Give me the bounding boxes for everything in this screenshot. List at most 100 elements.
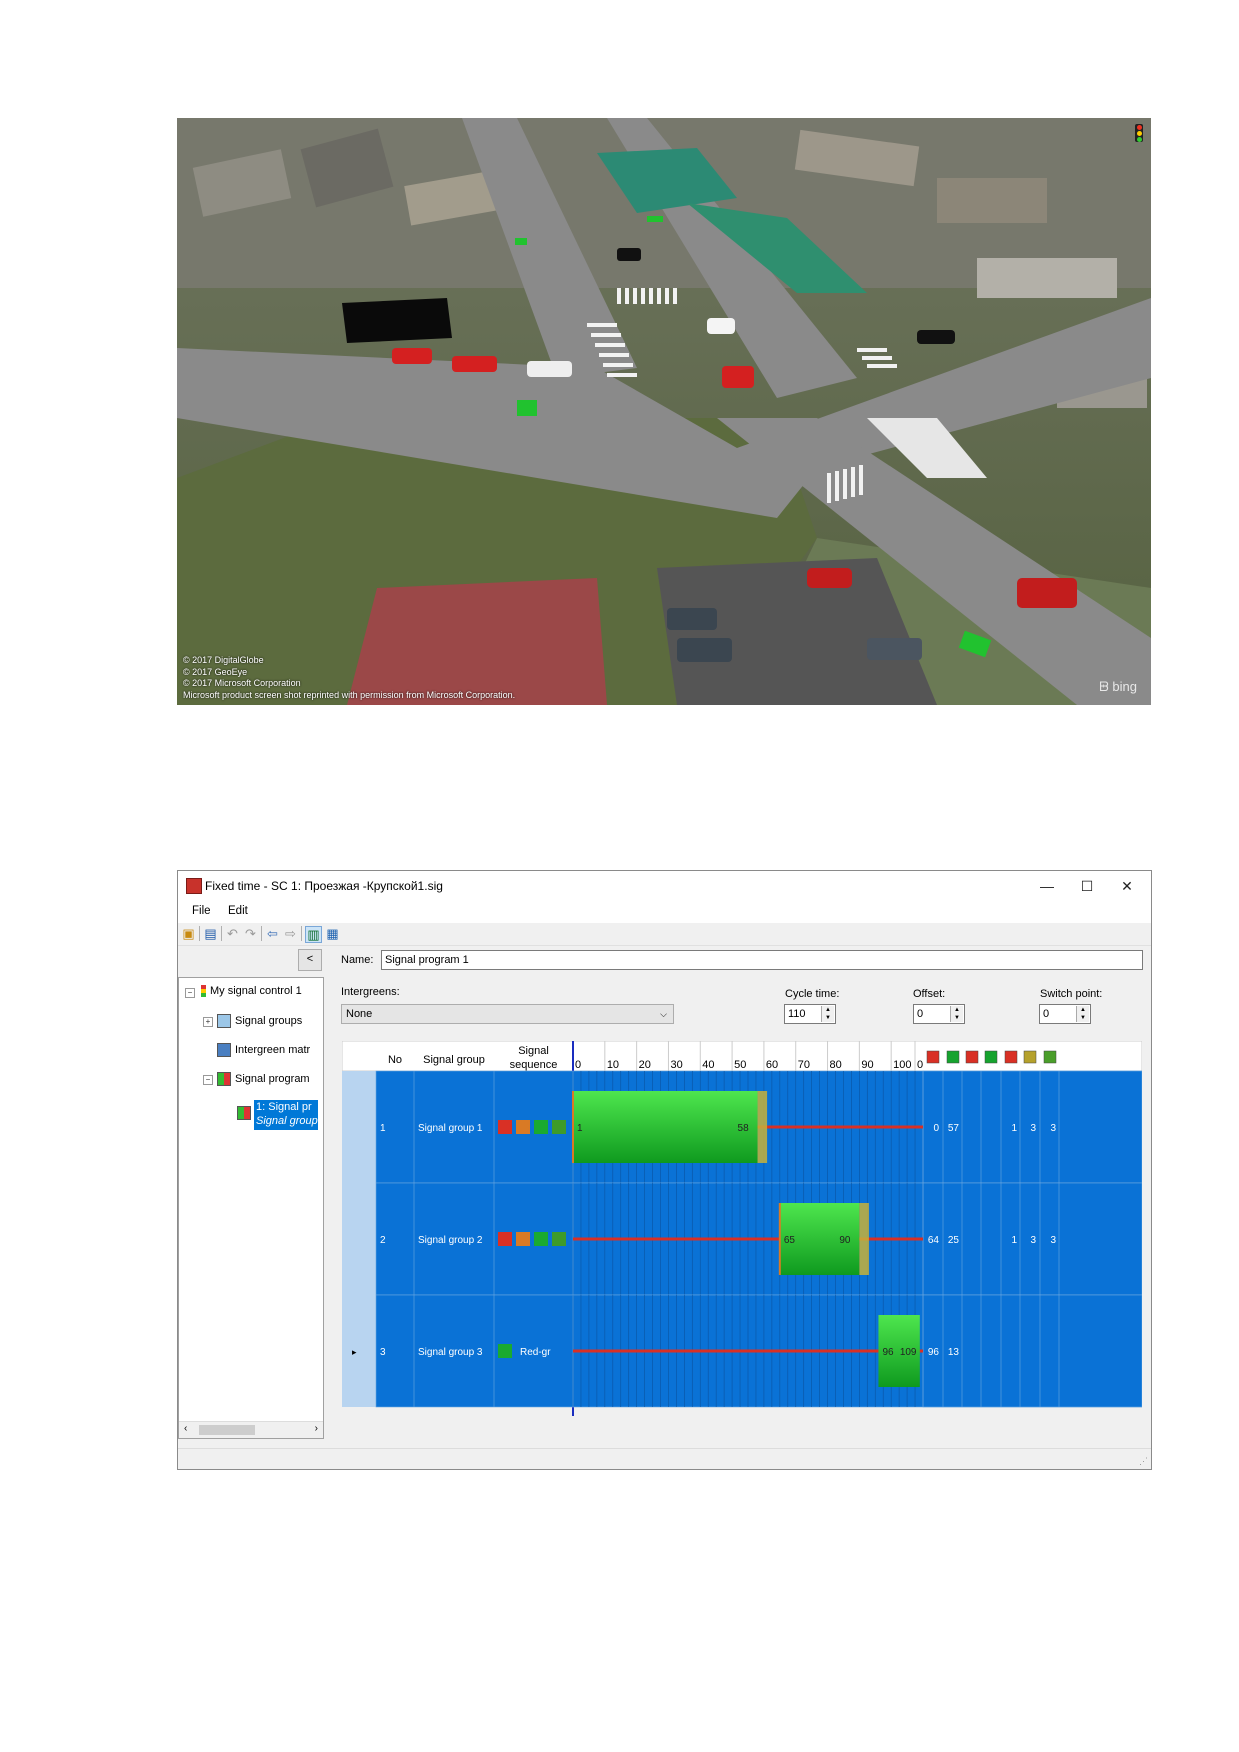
cycle-time-value: 110	[788, 1008, 806, 1020]
forward-arrow-icon[interactable]: ⇨	[283, 926, 298, 941]
green-phase-bar[interactable]	[573, 1091, 758, 1163]
cycle-time-label: Cycle time:	[785, 988, 840, 1000]
seq-flashing-green-icon	[552, 1232, 566, 1246]
row-signal-group-name: Signal group 3	[418, 1347, 483, 1358]
maximize-button[interactable]: ☐	[1067, 875, 1107, 897]
tree-item-signal-groups[interactable]: Signal groups	[217, 1014, 302, 1028]
time-tick-label: 30	[670, 1059, 682, 1071]
time-tick-label: 80	[830, 1059, 842, 1071]
tree-item-signal-program[interactable]: Signal program	[217, 1072, 310, 1086]
signal-program-icon	[217, 1072, 231, 1086]
offset-value: 0	[917, 1008, 924, 1020]
intersection-3d-view: © 2017 DigitalGlobe © 2017 GeoEye © 2017…	[177, 118, 1151, 705]
row-signal-group-name: Signal group 2	[418, 1235, 483, 1246]
tree-item-sublabel: Signal group	[256, 1115, 318, 1127]
green-start-label: 96	[882, 1347, 894, 1358]
signal-timing-grid: No Signal group Signal sequence 0 10 20 30 40 50 6…	[341, 1040, 1143, 1416]
time-tick-label: 0	[917, 1059, 923, 1071]
tree-item-root[interactable]: My signal control 1	[201, 985, 302, 998]
red-header-icon	[965, 1050, 979, 1064]
window-title: Fixed time - SC 1: Проезжая -Крупской1.s…	[205, 879, 443, 893]
switch-point-input[interactable]: 0 ▲ ▼	[1039, 1004, 1091, 1024]
row-value-cell: 57	[948, 1123, 960, 1134]
red-amber-header-icon	[1004, 1050, 1018, 1064]
minimize-button[interactable]: —	[1027, 875, 1067, 897]
time-tick-label: 90	[861, 1059, 873, 1071]
amber-phase-bar	[757, 1091, 768, 1163]
spin-arrows-icon[interactable]: ▲ ▼	[821, 1006, 834, 1022]
red-header-icon	[926, 1050, 940, 1064]
offset-input[interactable]: 0 ▲ ▼	[913, 1004, 965, 1024]
undo-icon[interactable]: ↶	[225, 926, 240, 941]
green-header-icon	[946, 1050, 960, 1064]
row-value-cell: 3	[1030, 1235, 1036, 1246]
traffic-light-icon	[1135, 124, 1143, 142]
open-icon[interactable]: ▣	[181, 926, 196, 941]
name-input[interactable]: Signal program 1	[381, 950, 1143, 970]
scroll-left-icon[interactable]: ‹	[184, 1423, 187, 1434]
close-button[interactable]: ✕	[1107, 875, 1147, 897]
row-selector[interactable]	[342, 1183, 376, 1295]
scroll-right-icon[interactable]: ›	[315, 1423, 318, 1434]
title-bar: Fixed time - SC 1: Проезжая -Крупской1.s…	[178, 871, 1151, 901]
row-number: 3	[380, 1347, 386, 1358]
green-header-icon	[984, 1050, 998, 1064]
flashing-green-header-icon	[1043, 1050, 1057, 1064]
credit-line: © 2017 Microsoft Corporation	[183, 678, 301, 688]
green-start-label: 1	[577, 1123, 583, 1134]
time-tick-label: 70	[798, 1059, 810, 1071]
header-signal-sequence: Signal	[518, 1045, 549, 1057]
row-selector[interactable]	[342, 1295, 376, 1407]
cycle-time-input[interactable]: 110 ▲ ▼	[784, 1004, 836, 1024]
time-tick-label: 50	[734, 1059, 746, 1071]
green-time-view-icon[interactable]: ▥	[305, 926, 322, 943]
scroll-thumb[interactable]	[199, 1425, 255, 1435]
time-tick-label: 100	[893, 1059, 911, 1071]
collapse-panel-button[interactable]: <	[298, 949, 322, 971]
traffic-light-icon	[201, 985, 206, 998]
save-icon[interactable]: ▤	[203, 926, 218, 941]
menu-bar: File Edit	[178, 901, 1151, 923]
seq-label: Red-gr	[520, 1347, 551, 1358]
tree-toggle[interactable]: −	[203, 1075, 213, 1085]
credit-line: Microsoft product screen shot reprinted …	[183, 689, 516, 700]
row-selector[interactable]	[342, 1071, 376, 1183]
tree-toggle[interactable]: −	[185, 988, 195, 998]
spin-arrows-icon[interactable]: ▲ ▼	[1076, 1006, 1089, 1022]
green-end-label: 90	[839, 1235, 851, 1246]
intersection-scene	[177, 118, 1151, 705]
signal-groups-icon	[217, 1014, 231, 1028]
header-signal-sequence: sequence	[510, 1059, 558, 1071]
spin-arrows-icon[interactable]: ▲ ▼	[950, 1006, 963, 1022]
switch-point-value: 0	[1043, 1008, 1050, 1020]
row-value-cell: 13	[948, 1347, 960, 1358]
intergreens-label: Intergreens:	[341, 986, 400, 998]
tree-horizontal-scrollbar[interactable]: ‹ ›	[179, 1421, 323, 1438]
time-tick-label: 60	[766, 1059, 778, 1071]
imagery-credits: © 2017 DigitalGlobe © 2017 GeoEye © 2017…	[183, 655, 515, 701]
tree-item-label: Signal groups	[235, 1014, 303, 1027]
menu-edit[interactable]: Edit	[228, 905, 248, 917]
tree-item-label: Intergreen matr	[235, 1043, 311, 1056]
header-no: No	[388, 1054, 402, 1066]
resize-grip-icon[interactable]: ⋰	[1139, 1456, 1148, 1467]
tree-toggle[interactable]: +	[203, 1017, 213, 1027]
intergreens-select[interactable]: None ⌵	[341, 1004, 674, 1024]
tree-item-intergreen-matrix[interactable]: Intergreen matr	[217, 1043, 310, 1057]
fixed-time-window: Fixed time - SC 1: Проезжая -Крупской1.s…	[177, 870, 1152, 1470]
seq-red-icon	[498, 1232, 512, 1246]
toolbar: ▣ ▤ ↶ ↷ ⇦ ⇨ ▥ ▦	[178, 923, 1151, 946]
seq-green-icon	[534, 1232, 548, 1246]
tree-item-signal-program-1[interactable]: 1: Signal pr Signal group	[254, 1100, 318, 1130]
current-row-marker-icon: ▸	[352, 1347, 357, 1357]
amber-phase-bar	[859, 1203, 869, 1275]
row-value-cell: 3	[1050, 1123, 1056, 1134]
menu-file[interactable]: File	[192, 905, 211, 917]
row-value-cell: 1	[1011, 1123, 1017, 1134]
stage-view-icon[interactable]: ▦	[325, 926, 340, 941]
intergreens-value: None	[346, 1008, 373, 1020]
time-tick-label: 10	[607, 1059, 619, 1071]
name-label: Name:	[341, 954, 374, 966]
redo-icon[interactable]: ↷	[243, 926, 258, 941]
back-arrow-icon[interactable]: ⇦	[265, 926, 280, 941]
